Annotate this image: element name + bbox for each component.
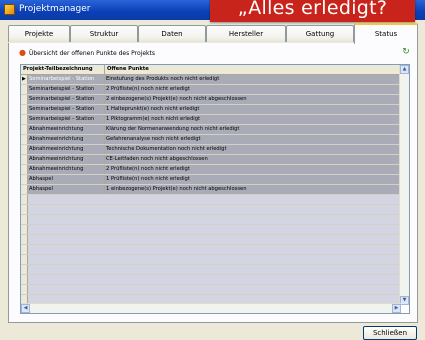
cell-part[interactable]: Abhaspel [28,175,105,184]
empty-row [21,265,401,275]
table-row[interactable]: Seminarbeispiel - Station 1 Halteprunkt(e… [21,105,401,115]
cell-issue[interactable]: 1 Halteprunkt(e) noch nicht erledigt [105,105,401,114]
empty-row [21,195,401,205]
row-selector [21,235,28,244]
overlay-banner: „Alles erledigt? [210,0,415,22]
table-row[interactable]: Abhaspel 1 Prüfliste(n) noch nicht erledi… [21,175,401,185]
cell-part[interactable]: Abnahmeeinrichtung [28,155,105,164]
app-icon [4,4,15,15]
row-selector[interactable] [21,175,28,184]
row-selector[interactable] [21,105,28,114]
scroll-down-icon[interactable]: ▼ [400,296,409,305]
row-selector[interactable] [21,85,28,94]
row-selector [21,285,28,294]
cell-issue[interactable]: Gefahrenanalyse noch nicht erledigt [105,135,401,144]
row-selector [21,215,28,224]
window-title: Projektmanager [19,4,91,14]
close-button[interactable]: Schließen [363,326,417,340]
tab-bar: Projekte Struktur Daten Hersteller Gattu… [8,23,418,44]
row-selector[interactable] [21,95,28,104]
column-header-part[interactable]: Projekt-Teilbezeichnung [21,65,105,74]
empty-row [21,235,401,245]
cell-issue[interactable]: CE-Leitfaden noch nicht abgeschlossen [105,155,401,164]
scroll-up-icon[interactable]: ▲ [400,65,409,74]
cell-issue[interactable]: 1 einbezogene(s) Projekt(e) noch nicht a… [105,185,401,194]
empty-row [21,245,401,255]
cell-issue[interactable]: Klärung der Normenanwendung noch nicht e… [105,125,401,134]
row-selector [21,195,28,204]
table-row[interactable]: Abnahmeeinrichtung CE-Leitfaden noch nich… [21,155,401,165]
overview-heading-text: Übersicht der offenen Punkte des Projekt… [28,50,155,57]
cell-issue[interactable]: 1 Piktogramm(e) noch nicht erledigt [105,115,401,124]
table-row[interactable]: Abnahmeeinrichtung 2 Prüfliste(n) noch ni… [21,165,401,175]
column-header-issues[interactable]: Offene Punkte [105,65,401,74]
cell-part[interactable]: Seminarbeispiel - Station [28,115,105,124]
scroll-right-icon[interactable]: ▶ [392,304,401,313]
empty-row [21,215,401,225]
row-selector[interactable] [21,135,28,144]
project-manager-window: Projektmanager „Alles erledigt? Projekte… [0,0,425,340]
table-row[interactable]: Abnahmeeinrichtung Gefahrenanalyse noch n… [21,135,401,145]
empty-row [21,205,401,215]
vertical-scrollbar[interactable]: ▲ ▼ [399,65,409,305]
cell-part[interactable]: Seminarbeispiel - Station [28,75,105,84]
scroll-left-icon[interactable]: ◀ [21,304,30,313]
table-row[interactable]: Seminarbeispiel - Station 1 Piktogramm(e)… [21,115,401,125]
cell-part[interactable]: Abnahmeeinrichtung [28,125,105,134]
current-row-arrow-icon: ▶ [22,76,26,82]
overview-heading: ● Übersicht der offenen Punkte des Projek… [19,48,155,57]
table-row[interactable]: Seminarbeispiel - Station 2 Prüfliste(n) … [21,85,401,95]
table-row[interactable]: ▶ Seminarbeispiel - Station Einstufung des… [21,75,401,85]
table-row[interactable]: Seminarbeispiel - Station 2 einbezogene(s… [21,95,401,105]
horizontal-scrollbar[interactable]: ◀ ▶ [21,303,401,313]
row-selector [21,275,28,284]
empty-row [21,275,401,285]
cell-part[interactable]: Abnahmeeinrichtung [28,165,105,174]
status-panel: ● Übersicht der offenen Punkte des Projek… [8,43,418,323]
row-selector [21,245,28,254]
cell-issue[interactable]: 2 Prüfliste(n) noch nicht erledigt [105,85,401,94]
tab-daten[interactable]: Daten [138,25,206,42]
row-selector[interactable] [21,145,28,154]
cell-part[interactable]: Seminarbeispiel - Station [28,95,105,104]
bullet-icon: ● [19,48,26,57]
row-selector[interactable] [21,185,28,194]
empty-row [21,225,401,235]
tab-projekte[interactable]: Projekte [8,25,70,42]
row-selector [21,255,28,264]
cell-issue[interactable]: Einstufung des Produkts noch nicht erled… [105,75,401,84]
cell-part[interactable]: Abnahmeeinrichtung [28,145,105,154]
row-selector [21,225,28,234]
tab-hersteller[interactable]: Hersteller [206,25,286,42]
tab-status[interactable]: Status [354,23,418,44]
cell-issue[interactable]: 2 Prüfliste(n) noch nicht erledigt [105,165,401,174]
empty-row [21,285,401,295]
row-selector[interactable] [21,155,28,164]
cell-part[interactable]: Abhaspel [28,185,105,194]
row-selector[interactable] [21,165,28,174]
cell-part[interactable]: Abnahmeeinrichtung [28,135,105,144]
row-selector[interactable]: ▶ [21,75,28,84]
row-selector [21,265,28,274]
refresh-icon[interactable]: ↻ [401,47,411,57]
row-selector[interactable] [21,115,28,124]
grid-header: Projekt-Teilbezeichnung Offene Punkte [21,65,401,75]
table-row[interactable]: Abnahmeeinrichtung Klärung der Normenanwe… [21,125,401,135]
tab-struktur[interactable]: Struktur [70,25,138,42]
open-items-grid: Projekt-Teilbezeichnung Offene Punkte ▶ S… [20,64,410,314]
row-selector [21,205,28,214]
table-row[interactable]: Abhaspel 1 einbezogene(s) Projekt(e) noch… [21,185,401,195]
cell-issue[interactable]: 1 Prüfliste(n) noch nicht erledigt [105,175,401,184]
row-selector[interactable] [21,125,28,134]
cell-issue[interactable]: Technische Dokumentation noch nicht erle… [105,145,401,154]
grid-rows: ▶ Seminarbeispiel - Station Einstufung des… [21,75,401,305]
cell-part[interactable]: Seminarbeispiel - Station [28,85,105,94]
tab-gattung[interactable]: Gattung [286,25,354,42]
table-row[interactable]: Abnahmeeinrichtung Technische Dokumentati… [21,145,401,155]
cell-issue[interactable]: 2 einbezogene(s) Projekt(e) noch nicht a… [105,95,401,104]
empty-row [21,255,401,265]
cell-part[interactable]: Seminarbeispiel - Station [28,105,105,114]
